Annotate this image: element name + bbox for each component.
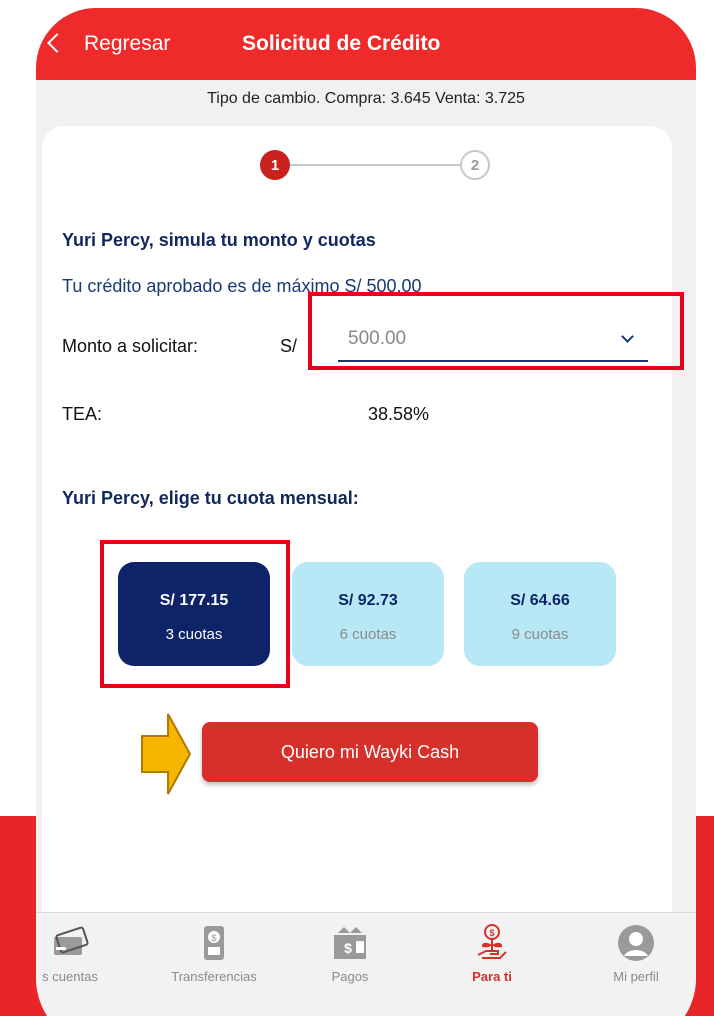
svg-text:$: $ [344,940,352,956]
phone-transfer-icon: $ [204,926,224,960]
cards-icon [54,926,89,955]
money-plant-icon: $ [477,924,507,959]
tab-mi-perfil[interactable]: Mi perfil [576,923,696,984]
profile-icon [618,925,654,961]
tab-transferencias[interactable]: $ Transferencias [154,923,274,984]
top-bar: Regresar Solicitud de Crédito [36,8,696,80]
credit-card-panel: 1 2 Yuri Percy, simula tu monto y cuotas… [42,126,684,1016]
quota-count: 6 cuotas [339,626,397,643]
tab-label: Mi perfil [613,969,659,984]
quota-highlight-box [100,540,290,688]
chevron-left-icon[interactable] [47,33,67,53]
tea-value: 38.58% [368,404,430,424]
step-1-indicator: 1 [260,150,290,180]
exchange-rate-text: Tipo de cambio. Compra: 3.645 Venta: 3.7… [207,90,525,107]
bottom-tab-bar: s cuentas $ Transferencias $ Pagos $ Par… [36,912,696,1016]
amount-highlight-box [308,292,684,370]
amount-label: Monto a solicitar: [62,336,199,356]
svg-text:$: $ [489,928,494,938]
tab-label: Para ti [472,969,512,984]
phone-screen: Regresar Solicitud de Crédito Tipo de ca… [36,8,696,1016]
stepper-line [290,164,460,166]
quota-amount: S/ 92.73 [338,592,398,609]
quota-heading: Yuri Percy, elige tu cuota mensual: [62,488,359,508]
svg-text:$: $ [211,933,216,943]
tea-label: TEA: [62,404,103,424]
tab-pagos[interactable]: $ Pagos [290,923,410,984]
page-title: Solicitud de Crédito [242,32,441,55]
tab-para-ti[interactable]: $ Para ti [432,923,552,984]
currency-label: S/ [280,336,298,356]
quota-amount: S/ 64.66 [510,592,570,609]
tab-label: Transferencias [171,969,257,984]
tab-label: Pagos [331,969,369,984]
screen: Regresar Solicitud de Crédito Tipo de ca… [0,0,714,1016]
simulate-heading: Yuri Percy, simula tu monto y cuotas [62,230,376,250]
payments-icon: $ [334,927,366,959]
quota-option-9[interactable]: S/ 64.66 9 cuotas [464,562,616,666]
tab-cuentas[interactable]: s cuentas [36,923,130,984]
request-cash-button[interactable]: Quiero mi Wayki Cash [202,722,538,782]
back-button[interactable]: Regresar [84,32,170,56]
quota-option-6[interactable]: S/ 92.73 6 cuotas [292,562,444,666]
quota-count: 9 cuotas [511,626,569,643]
tab-label: s cuentas [42,969,98,984]
pointer-arrow-icon [141,713,192,795]
step-2-indicator: 2 [460,150,490,180]
